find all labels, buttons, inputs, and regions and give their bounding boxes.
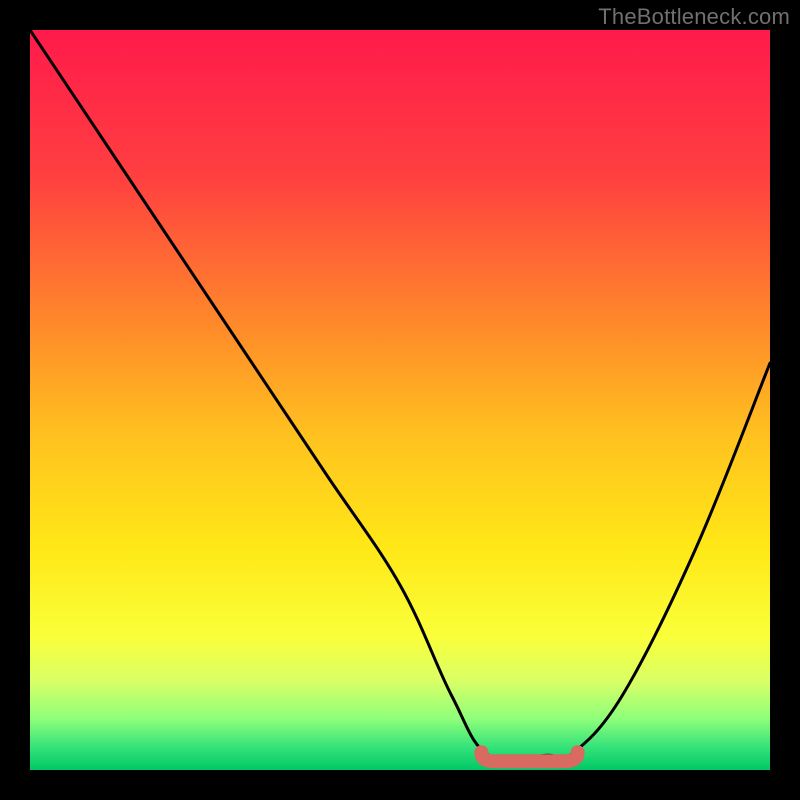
curve-layer: [30, 30, 770, 770]
bottleneck-curve: [30, 30, 770, 760]
watermark-text: TheBottleneck.com: [598, 4, 790, 30]
plot-area: [30, 30, 770, 770]
optimal-band-marker: [481, 752, 577, 761]
chart-frame: TheBottleneck.com: [0, 0, 800, 800]
